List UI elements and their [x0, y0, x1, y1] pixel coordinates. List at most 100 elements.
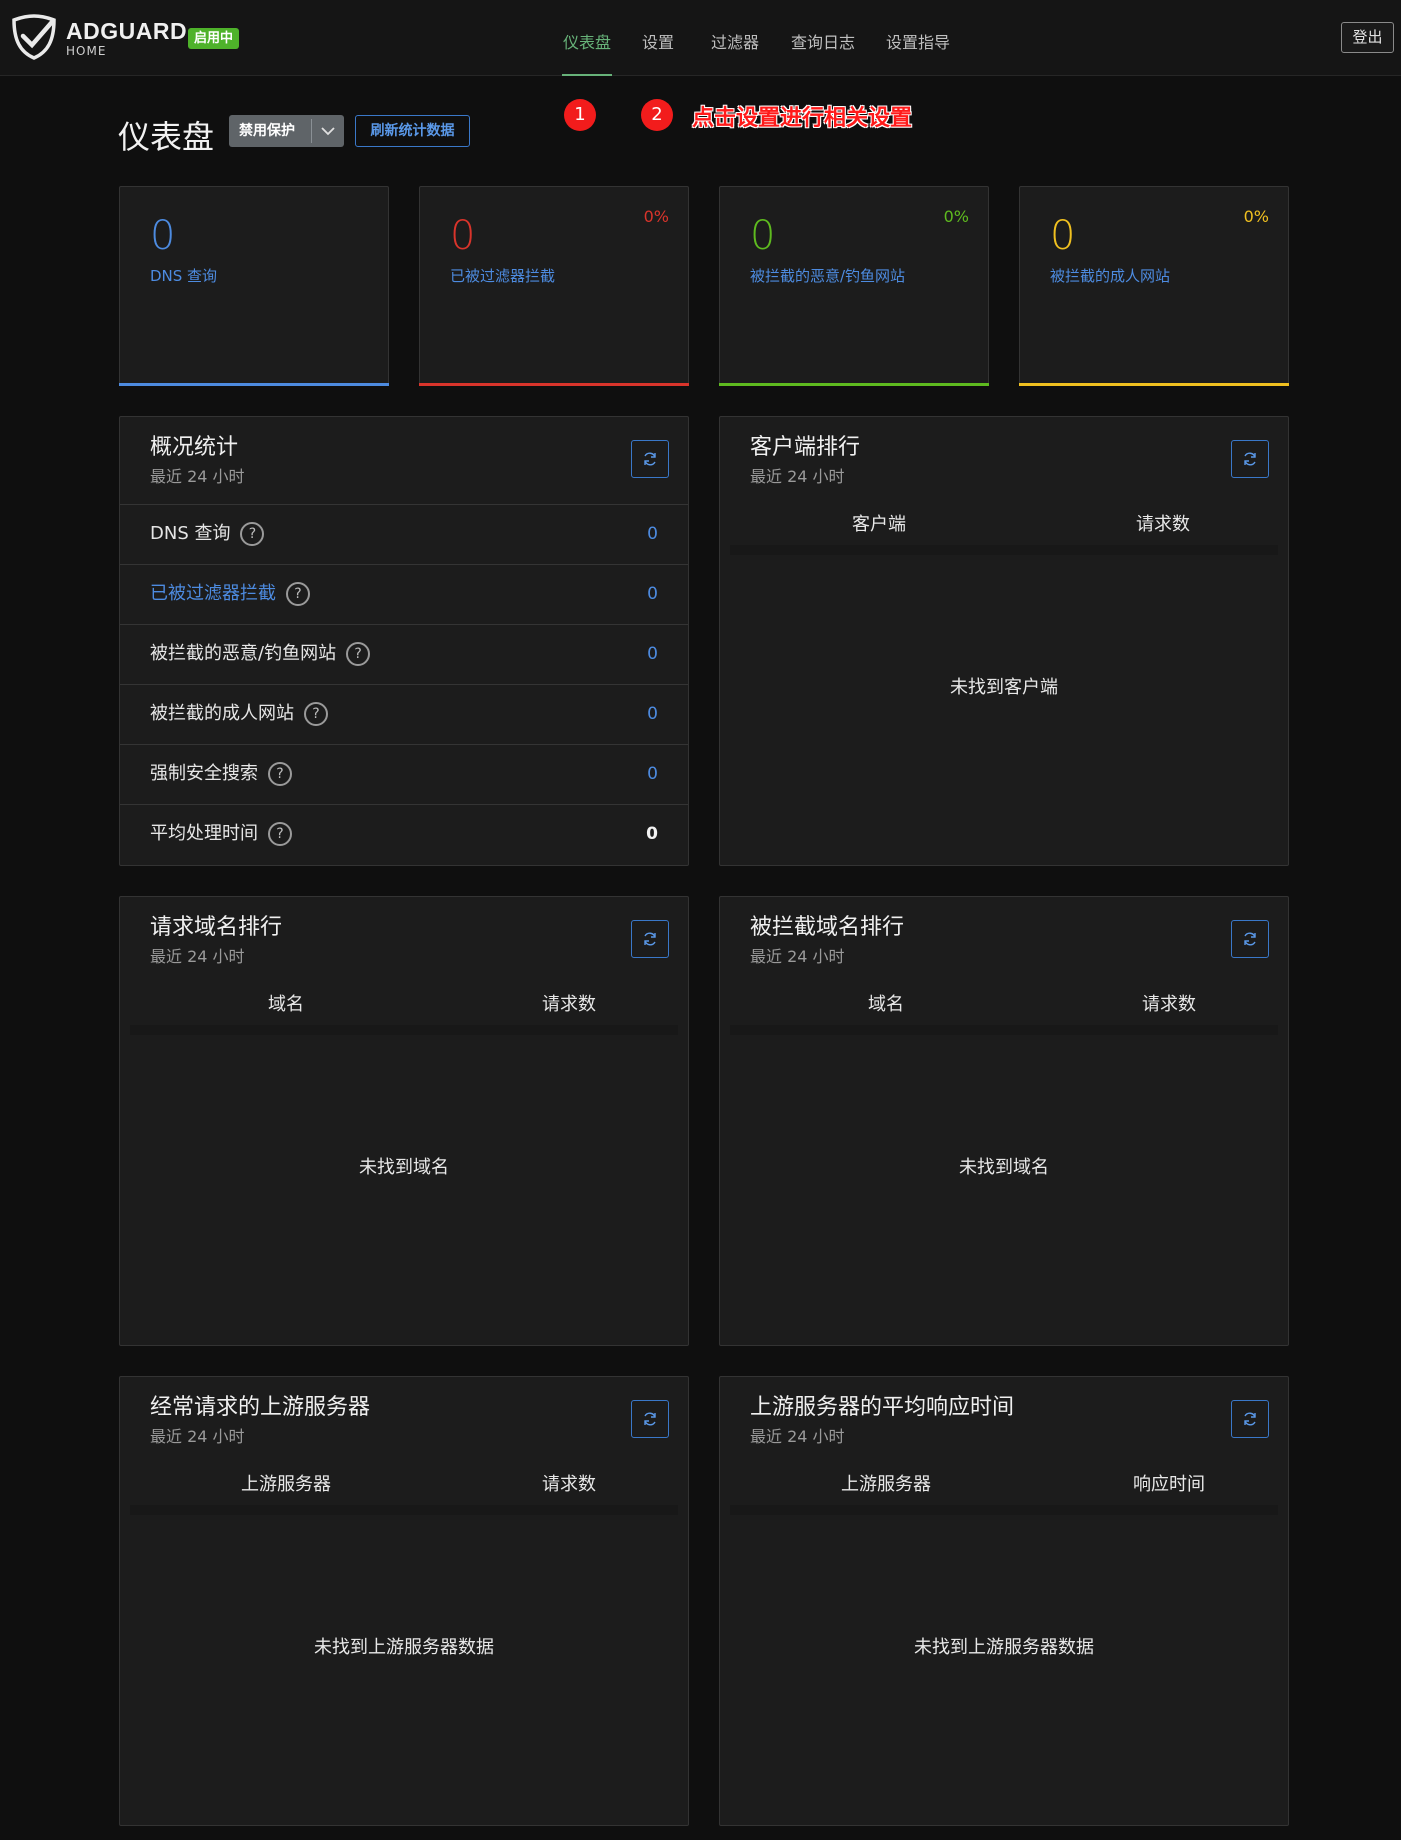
table-header-divider: [130, 1505, 678, 1515]
help-icon[interactable]: ?: [268, 822, 292, 846]
empty-state: 未找到域名: [959, 1157, 1049, 1178]
column-header-response-time[interactable]: 响应时间: [1133, 1465, 1205, 1505]
overview-stats-panel: 概况统计 最近 24 小时 DNS 查询? 0 已被过滤器拦截? 0 被拦截的恶…: [119, 416, 689, 866]
stat-label[interactable]: 被拦截的成人网站: [1050, 265, 1170, 286]
help-icon[interactable]: ?: [304, 702, 328, 726]
row-label-text[interactable]: 已被过滤器拦截: [150, 583, 276, 604]
column-header-domain[interactable]: 域名: [268, 985, 304, 1025]
row-label: DNS 查询?: [150, 505, 265, 563]
help-icon[interactable]: ?: [286, 582, 310, 606]
refresh-stats-button[interactable]: 刷新统计数据: [355, 115, 470, 147]
panel-title: 概况统计: [150, 435, 239, 460]
stat-card-blocked-malware: 0 被拦截的恶意/钓鱼网站 0%: [719, 186, 989, 386]
stat-accent-bar: [1019, 383, 1289, 386]
panel-title: 被拦截域名排行: [750, 915, 905, 940]
top-clients-panel: 客户端排行 最近 24 小时 客户端 请求数 未找到客户端: [719, 416, 1289, 866]
stat-percent: 0%: [643, 207, 669, 226]
chevron-down-icon[interactable]: [319, 122, 337, 140]
refresh-icon: [1244, 452, 1256, 466]
overview-row-blocked-malware: 被拦截的恶意/钓鱼网站? 0: [120, 624, 688, 684]
nav-settings[interactable]: 设置: [642, 29, 674, 53]
panel-refresh-button[interactable]: [631, 1400, 669, 1438]
panel-subtitle: 最近 24 小时: [750, 1427, 845, 1446]
top-navbar: ADGUARD HOME 启用中 仪表盘 设置 过滤器 查询日志 设置指导 登出: [0, 0, 1401, 76]
column-header-client[interactable]: 客户端: [852, 505, 906, 545]
table-header-divider: [730, 1505, 1278, 1515]
panel-subtitle: 最近 24 小时: [150, 947, 245, 966]
column-header-requests[interactable]: 请求数: [542, 985, 596, 1025]
panel-subtitle: 最近 24 小时: [150, 1427, 245, 1446]
disable-protection-button[interactable]: 禁用保护: [229, 115, 344, 147]
table-header-divider: [730, 1025, 1278, 1035]
help-icon[interactable]: ?: [240, 522, 265, 546]
stat-label[interactable]: DNS 查询: [150, 265, 217, 286]
column-header-upstream[interactable]: 上游服务器: [241, 1465, 331, 1505]
upstream-avg-time-panel: 上游服务器的平均响应时间 最近 24 小时 上游服务器 响应时间 未找到上游服务…: [719, 1376, 1289, 1826]
panel-refresh-button[interactable]: [1231, 440, 1269, 478]
row-label: 平均处理时间?: [150, 805, 292, 863]
empty-state: 未找到域名: [359, 1157, 449, 1178]
nav-dashboard[interactable]: 仪表盘: [563, 29, 611, 53]
table-header: 客户端 请求数: [720, 505, 1288, 545]
annotation-text: 点击设置进行相关设置: [692, 106, 913, 131]
help-icon[interactable]: ?: [346, 642, 371, 666]
panel-refresh-button[interactable]: [631, 440, 669, 478]
annotation-step-2-badge: 2: [641, 99, 673, 131]
column-header-requests[interactable]: 请求数: [1142, 985, 1196, 1025]
empty-state: 未找到客户端: [950, 677, 1058, 698]
stat-percent: 0%: [943, 207, 969, 226]
nav-query-log[interactable]: 查询日志: [791, 29, 855, 53]
nav-filters[interactable]: 过滤器: [711, 29, 759, 53]
stat-accent-bar: [119, 383, 389, 386]
table-header: 上游服务器 请求数: [120, 1465, 688, 1505]
stat-value: 0: [750, 213, 776, 259]
logout-button[interactable]: 登出: [1341, 22, 1394, 53]
column-header-upstream[interactable]: 上游服务器: [841, 1465, 931, 1505]
row-label-text: 被拦截的恶意/钓鱼网站: [150, 643, 337, 664]
brand-name: ADGUARD: [66, 18, 188, 44]
adguard-shield-icon[interactable]: [12, 14, 56, 60]
stat-accent-bar: [719, 383, 989, 386]
panel-subtitle: 最近 24 小时: [750, 947, 845, 966]
brand-sub: HOME: [66, 44, 107, 58]
panel-title: 上游服务器的平均响应时间: [750, 1395, 1015, 1420]
row-label: 被拦截的恶意/钓鱼网站?: [150, 625, 371, 683]
column-header-domain[interactable]: 域名: [868, 985, 904, 1025]
stat-value: 0: [1050, 213, 1076, 259]
column-header-requests[interactable]: 请求数: [542, 1465, 596, 1505]
button-divider: [311, 119, 312, 143]
row-value: 0: [647, 584, 658, 604]
overview-row-avg-time: 平均处理时间? 0: [120, 804, 688, 866]
panel-title: 经常请求的上游服务器: [150, 1395, 371, 1420]
stat-card-blocked-adult: 0 被拦截的成人网站 0%: [1019, 186, 1289, 386]
panel-refresh-button[interactable]: [631, 920, 669, 958]
table-header-divider: [130, 1025, 678, 1035]
row-label: 被拦截的成人网站?: [150, 685, 328, 743]
nav-setup-guide[interactable]: 设置指导: [886, 29, 950, 53]
top-blocked-domains-panel: 被拦截域名排行 最近 24 小时 域名 请求数 未找到域名: [719, 896, 1289, 1346]
column-header-requests[interactable]: 请求数: [1136, 505, 1190, 545]
row-label-text: DNS 查询: [150, 523, 231, 544]
refresh-icon: [1244, 1412, 1256, 1426]
empty-state: 未找到上游服务器数据: [914, 1637, 1094, 1658]
table-header: 域名 请求数: [120, 985, 688, 1025]
panel-refresh-button[interactable]: [1231, 1400, 1269, 1438]
protection-status-badge: 启用中: [188, 28, 240, 49]
stat-value: 0: [150, 213, 176, 259]
overview-row-dns-queries: DNS 查询? 0: [120, 504, 688, 564]
stat-label[interactable]: 已被过滤器拦截: [450, 265, 555, 286]
panel-title: 客户端排行: [750, 435, 861, 460]
refresh-icon: [1244, 932, 1256, 946]
stat-label[interactable]: 被拦截的恶意/钓鱼网站: [750, 265, 905, 286]
panel-refresh-button[interactable]: [1231, 920, 1269, 958]
overview-row-blocked-adult: 被拦截的成人网站? 0: [120, 684, 688, 744]
row-value: 0: [646, 824, 658, 844]
row-label[interactable]: 已被过滤器拦截?: [150, 565, 310, 623]
row-label-text: 平均处理时间: [150, 823, 258, 844]
help-icon[interactable]: ?: [268, 762, 292, 786]
top-queried-domains-panel: 请求域名排行 最近 24 小时 域名 请求数 未找到域名: [119, 896, 689, 1346]
row-value: 0: [647, 644, 658, 664]
empty-state: 未找到上游服务器数据: [314, 1637, 494, 1658]
row-value: 0: [647, 704, 658, 724]
brand[interactable]: ADGUARD HOME: [66, 18, 187, 58]
